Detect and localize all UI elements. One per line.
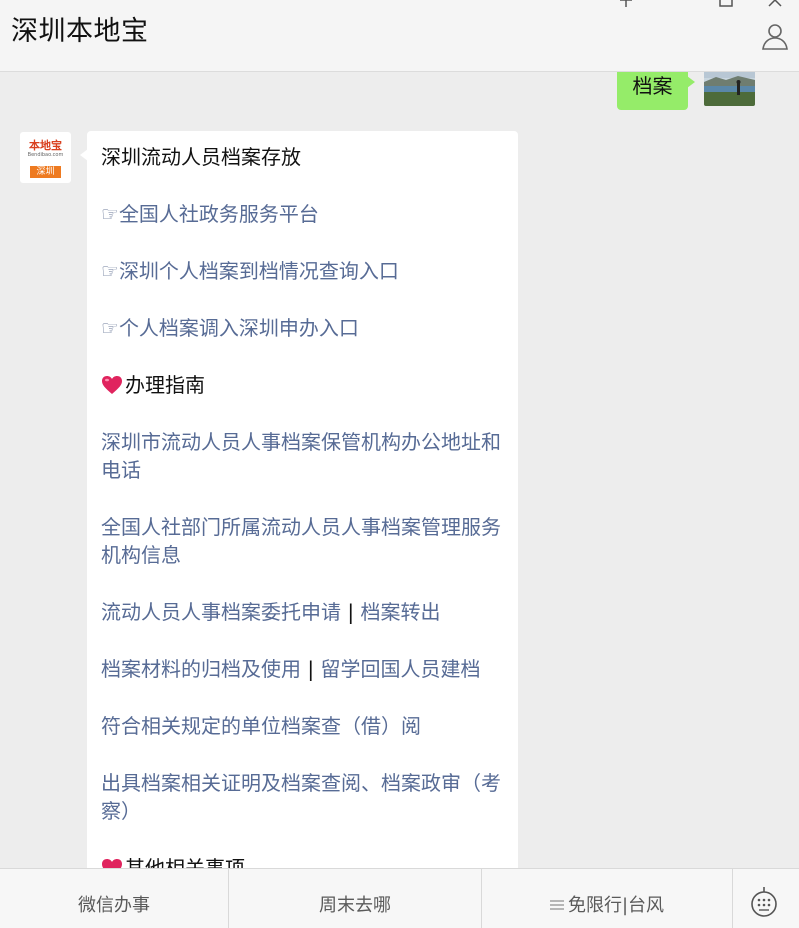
heart-icon	[102, 859, 122, 868]
pointing-hand-icon: ☞	[101, 316, 119, 340]
link-row: 档案材料的归档及使用 | 留学回国人员建档	[101, 655, 504, 683]
link-archive-filing[interactable]: 档案材料的归档及使用	[101, 657, 301, 681]
link-service-agency-info[interactable]: 全国人社部门所属流动人员人事档案管理服务机构信息	[101, 513, 504, 569]
bottom-menu-bar: 微信办事 周末去哪 免限行|台风	[0, 868, 799, 928]
maximize-icon[interactable]	[718, 0, 734, 8]
chat-window: 深圳本地宝 档案 本地宝 Bendibao.com 深圳 深圳流动人员档案存放 …	[0, 0, 799, 928]
sent-message-text: 档案	[632, 74, 673, 98]
pointing-hand-icon: ☞	[101, 202, 119, 226]
link-separator: |	[347, 600, 355, 624]
link-row: 流动人员人事档案委托申请 | 档案转出	[101, 598, 504, 626]
minimize-icon[interactable]	[618, 0, 634, 8]
link-office-address[interactable]: 深圳市流动人员人事档案保管机构办公地址和电话	[101, 428, 504, 484]
heart-icon	[102, 376, 122, 394]
link-returnee-archive[interactable]: 留学回国人员建档	[320, 657, 480, 681]
official-account-avatar[interactable]: 本地宝 Bendibao.com 深圳	[20, 132, 71, 183]
menu-lines-icon	[549, 869, 564, 928]
menu-traffic-typhoon[interactable]: 免限行|台风	[482, 869, 733, 928]
message-list[interactable]: 档案 本地宝 Bendibao.com 深圳 深圳流动人员档案存放 ☞全国人社政…	[0, 72, 799, 868]
message-title: 深圳流动人员档案存放	[101, 145, 301, 169]
logo-city-badge: 深圳	[30, 166, 61, 178]
link-entrust-application[interactable]: 流动人员人事档案委托申请	[101, 600, 341, 624]
sent-message-bubble[interactable]: 档案	[617, 72, 695, 110]
user-avatar[interactable]	[704, 72, 755, 106]
chat-title: 深圳本地宝	[11, 16, 149, 47]
link-unit-archive-lookup[interactable]: 符合相关规定的单位档案查（借）阅	[101, 712, 504, 740]
link-archive-arrival-query[interactable]: ☞深圳个人档案到档情况查询入口	[101, 257, 504, 285]
link-separator: |	[307, 657, 315, 681]
link-archive-transfer-out[interactable]: 档案转出	[360, 600, 440, 624]
menu-weekend-trips[interactable]: 周末去哪	[229, 869, 482, 928]
link-archive-transfer-in[interactable]: ☞个人档案调入深圳申办入口	[101, 314, 504, 342]
keyboard-icon[interactable]	[733, 869, 799, 928]
chat-header: 深圳本地宝	[0, 0, 799, 72]
logo-url-text: Bendibao.com	[27, 152, 64, 158]
pointing-hand-icon: ☞	[101, 259, 119, 283]
menu-wechat-services[interactable]: 微信办事	[0, 869, 229, 928]
link-archive-certificate[interactable]: 出具档案相关证明及档案查阅、档案政审（考察）	[101, 769, 504, 825]
other-heading: 其他相关事项	[101, 854, 504, 868]
link-national-hr-platform[interactable]: ☞全国人社政务服务平台	[101, 200, 504, 228]
logo-text: 本地宝	[29, 139, 62, 152]
close-icon[interactable]	[767, 0, 783, 8]
person-icon[interactable]	[761, 22, 789, 50]
guide-heading: 办理指南	[101, 371, 504, 399]
received-message-bubble: 深圳流动人员档案存放 ☞全国人社政务服务平台 ☞深圳个人档案到档情况查询入口 ☞…	[80, 131, 518, 868]
